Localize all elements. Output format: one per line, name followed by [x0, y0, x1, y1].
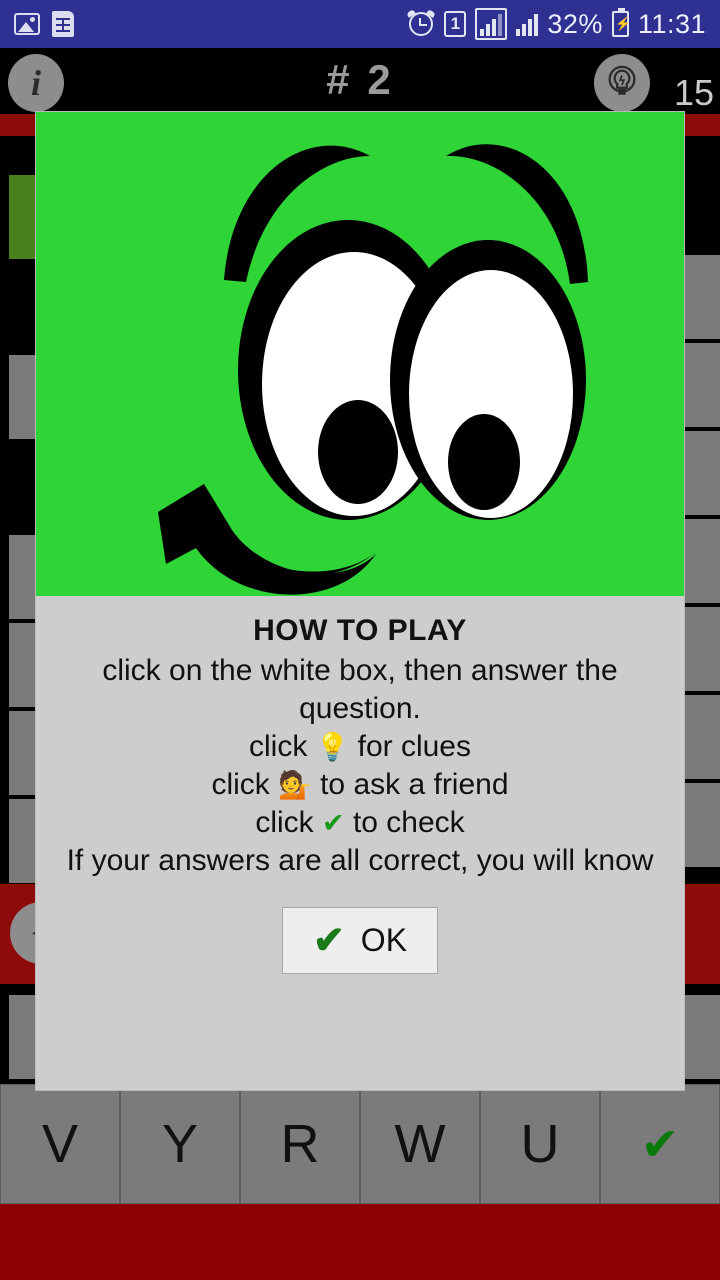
instruction-line-4-post: to check [344, 806, 465, 840]
board-cell[interactable] [684, 430, 720, 516]
instruction-line-3: click 💁 to ask a friend [54, 766, 666, 804]
instruction-line-2-pre: click [248, 730, 316, 764]
key-v[interactable]: V [0, 1084, 120, 1204]
board-cell[interactable] [684, 782, 720, 868]
key-w[interactable]: W [360, 1084, 480, 1204]
instruction-line-2-post: for clues [349, 730, 471, 764]
instruction-line-2: click 💡 for clues [54, 728, 666, 766]
instruction-line-5: If your answers are all correct, you wil… [66, 844, 654, 878]
ok-button[interactable]: ✔ OK [281, 906, 439, 974]
dialog-actions: ✔ OK [54, 906, 666, 974]
dialog-title: HOW TO PLAY [253, 614, 467, 647]
dialog-body: HOW TO PLAY click on the white box, then… [36, 596, 684, 974]
photo-icon [14, 13, 40, 35]
check-emoji-icon: ✔ [321, 808, 345, 839]
key-check-icon[interactable]: ✔ [600, 1084, 720, 1204]
board-cell[interactable] [684, 606, 720, 692]
instruction-line-4: click ✔ to check [54, 804, 666, 842]
clue-count-label: 15 [673, 72, 714, 113]
instruction-line-4-pre: click [255, 806, 322, 840]
signal-strength-boxed-icon [475, 8, 508, 40]
battery-percent-label: 32% [547, 8, 603, 39]
instruction-line-1: click on the white box, then answer the … [102, 654, 618, 726]
lightbulb-glyph [608, 65, 636, 95]
key-r[interactable]: R [240, 1084, 360, 1204]
battery-charging-icon [611, 8, 631, 37]
keyboard-row[interactable]: V Y R W U ✔ [0, 1084, 720, 1204]
board-cell[interactable] [684, 694, 720, 780]
lightbulb-icon[interactable] [594, 54, 650, 112]
clock-label: 11:31 [637, 8, 706, 39]
instruction-line-3-post: to ask a friend [311, 768, 509, 802]
board-cell[interactable] [684, 518, 720, 604]
lightbulb-emoji-icon: 💡 [315, 732, 350, 763]
status-bar-left-icons [14, 11, 74, 37]
check-icon: ✔ [312, 919, 345, 962]
status-bar-right-icons: 1 32% 11:31 [406, 8, 706, 40]
board-cell[interactable] [684, 254, 720, 340]
sim-card-icon [52, 11, 74, 37]
game-header: i # 2 15 [0, 48, 720, 114]
board-cell[interactable] [684, 994, 720, 1080]
key-u[interactable]: U [480, 1084, 600, 1204]
ask-a-friend-emoji-icon: 💁 [278, 770, 312, 801]
smiley-face-graphic [158, 144, 588, 595]
alarm-icon [406, 9, 437, 37]
sim-slot-icon: 1 [444, 11, 467, 37]
key-y[interactable]: Y [120, 1084, 240, 1204]
mascot-face-image [36, 112, 684, 596]
signal-strength-icon [516, 12, 539, 36]
board-bottom-bar [0, 1204, 720, 1280]
instruction-line-3-pre: click [211, 768, 279, 802]
ok-button-label: OK [360, 921, 408, 958]
status-bar: 1 32% 11:31 [0, 0, 720, 48]
board-cell[interactable] [684, 342, 720, 428]
how-to-play-dialog: HOW TO PLAY click on the white box, then… [36, 112, 684, 1090]
